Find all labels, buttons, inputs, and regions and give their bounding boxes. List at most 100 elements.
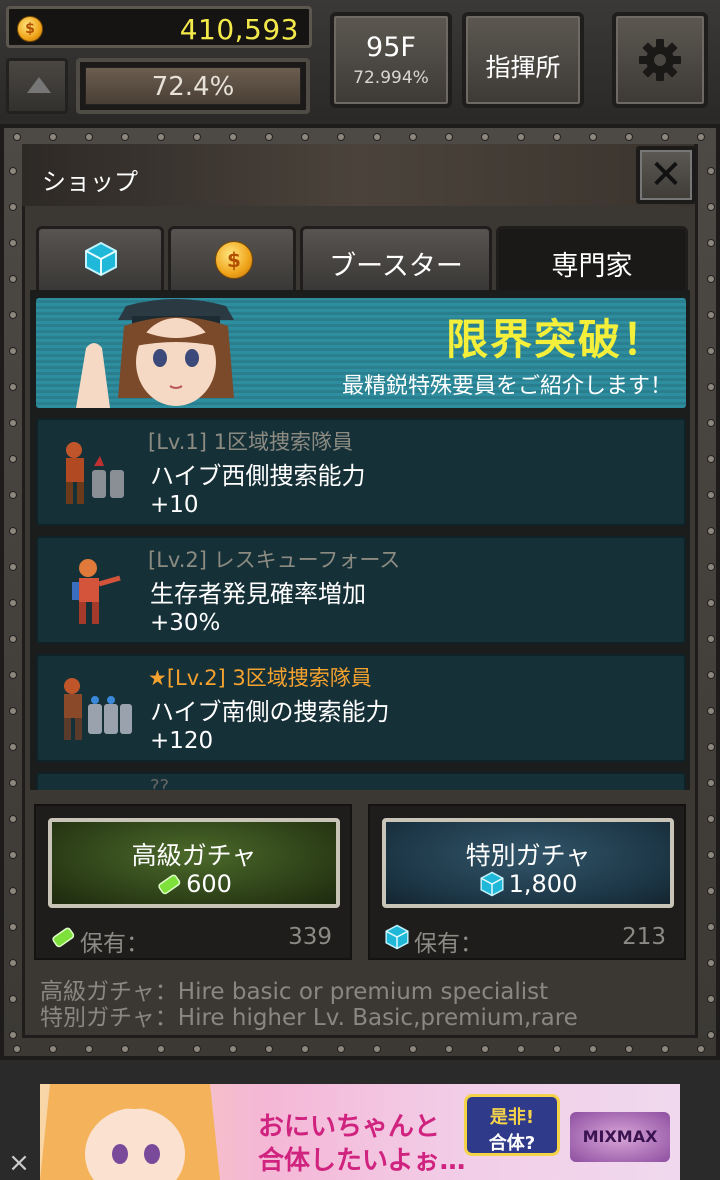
tab-coins[interactable]: $: [168, 226, 296, 290]
owned-label: 保有：: [414, 931, 483, 957]
close-button[interactable]: ✕: [636, 146, 696, 204]
specialist-card[interactable]: [Lv.2] レスキューフォース 生存者発見確率増加 +30%: [36, 536, 686, 644]
shop-title: ショップ: [42, 168, 138, 196]
rivet-decoration: [10, 924, 16, 930]
coin-icon: $: [17, 16, 43, 42]
rivet-decoration: [266, 1046, 272, 1052]
rivet-decoration: [230, 1046, 236, 1052]
owned-count: 213: [622, 924, 666, 950]
rivet-decoration: [122, 134, 128, 140]
rivet-decoration: [626, 1046, 632, 1052]
tab-gems[interactable]: [36, 226, 164, 290]
card-name: ハイブ南側の捜索能力: [150, 698, 390, 726]
command-post-label: 指揮所: [485, 53, 561, 82]
rivet-decoration: [708, 996, 714, 1002]
premium-gacha-price: 600: [52, 870, 336, 898]
floor-label: 95F: [366, 32, 416, 63]
special-gacha-description: 特別ガチャ：Hire higher Lv. Basic,premium,rare: [40, 1005, 578, 1031]
rivet-decoration: [10, 744, 16, 750]
rivet-decoration: [14, 1046, 20, 1052]
special-gacha-button[interactable]: 特別ガチャ 1,800: [382, 818, 674, 908]
ad-image[interactable]: おにいちゃんと 合体したいよぉ… 是非! 合体? MIXMAX: [40, 1084, 680, 1180]
rivet-decoration: [266, 134, 272, 140]
rivet-decoration: [446, 134, 452, 140]
ad-logo: MIXMAX: [570, 1112, 670, 1162]
premium-gacha-button[interactable]: 高級ガチャ 600: [48, 818, 340, 908]
rivet-decoration: [410, 1046, 416, 1052]
rivet-decoration: [86, 134, 92, 140]
specialist-card[interactable]: [Lv.1] 1区域捜索隊員 ハイブ西側捜索能力 +10: [36, 418, 686, 526]
rivet-decoration: [482, 1046, 488, 1052]
rivet-decoration: [10, 240, 16, 246]
cube-icon: [85, 241, 117, 277]
tab-booster-label: ブースター: [329, 251, 463, 282]
arrow-up-icon: [27, 77, 51, 93]
premium-gacha-title: 高級ガチャ: [131, 841, 257, 870]
card-bonus: +120: [150, 728, 214, 754]
floor-button[interactable]: 95F 72.994%: [330, 12, 452, 108]
rivet-decoration: [554, 1046, 560, 1052]
rivet-decoration: [446, 1046, 452, 1052]
specialist-list[interactable]: 限界突破！ 最精鋭特殊要員をご紹介します！ [Lv.1] 1区域捜索隊員 ハイブ…: [30, 290, 690, 790]
rivet-decoration: [10, 780, 16, 786]
card-bonus: +30%: [150, 610, 221, 636]
rivet-decoration: [708, 348, 714, 354]
rivet-decoration: [482, 134, 488, 140]
tab-specialist[interactable]: 専門家: [496, 226, 688, 290]
rivet-decoration: [708, 456, 714, 462]
rivet-decoration: [50, 134, 56, 140]
rivet-decoration: [122, 1046, 128, 1052]
owned-count: 339: [288, 924, 332, 950]
rivet-decoration: [708, 924, 714, 930]
rivet-decoration: [158, 1046, 164, 1052]
owned-label: 保有：: [80, 931, 149, 957]
card-bonus: +10: [150, 492, 199, 518]
tab-booster[interactable]: ブースター: [300, 226, 492, 290]
tab-specialist-label: 専門家: [551, 251, 633, 282]
ad-text-line2: 合体したいよぉ…: [258, 1146, 466, 1176]
rivet-decoration: [194, 1046, 200, 1052]
ad-close-icon[interactable]: ×: [2, 1146, 36, 1180]
rivet-decoration: [10, 204, 16, 210]
searcher-sprite-icon: [66, 442, 124, 504]
specialist-card-partial[interactable]: ??: [36, 772, 686, 790]
rivet-decoration: [194, 134, 200, 140]
special-gacha-box: 特別ガチャ 1,800 保有： 213: [368, 804, 686, 960]
rivet-decoration: [410, 134, 416, 140]
ad-text-line1: おにいちゃんと: [258, 1112, 441, 1142]
top-hud: $ 410,593 72.4% 95F 72.994% 指揮所: [0, 0, 720, 120]
rivet-decoration: [708, 672, 714, 678]
rivet-decoration: [10, 600, 16, 606]
specialist-card[interactable]: ★[Lv.2] 3区域捜索隊員 ハイブ南側の捜索能力 +120: [36, 654, 686, 762]
rivet-decoration: [10, 672, 16, 678]
battery-icon: [158, 874, 181, 895]
rivet-decoration: [10, 636, 16, 642]
rivet-decoration: [708, 960, 714, 966]
rivet-decoration: [698, 134, 704, 140]
special-gacha-price: 1,800: [386, 870, 670, 898]
rivet-decoration: [10, 456, 16, 462]
settings-button[interactable]: [612, 12, 708, 108]
scroll-up-button[interactable]: [6, 58, 68, 114]
premium-gacha-box: 高級ガチャ 600 保有： 339: [34, 804, 352, 960]
rivet-decoration: [302, 1046, 308, 1052]
rivet-decoration: [10, 384, 16, 390]
rivet-decoration: [10, 528, 16, 534]
searcher-sprite-icon: [64, 678, 132, 740]
rivet-decoration: [10, 312, 16, 318]
rivet-decoration: [708, 420, 714, 426]
rivet-decoration: [708, 1032, 714, 1038]
limit-break-banner[interactable]: 限界突破！ 最精鋭特殊要員をご紹介します！: [36, 298, 686, 408]
rivet-decoration: [518, 134, 524, 140]
card-name: 生存者発見確率増加: [150, 580, 366, 608]
rivet-decoration: [10, 960, 16, 966]
command-post-button[interactable]: 指揮所: [462, 12, 584, 108]
rivet-decoration: [708, 600, 714, 606]
rivet-decoration: [554, 134, 560, 140]
rivet-decoration: [50, 1046, 56, 1052]
rivet-decoration: [708, 240, 714, 246]
rivet-decoration: [10, 492, 16, 498]
rivet-decoration: [708, 204, 714, 210]
rescue-force-sprite-icon: [72, 559, 121, 624]
special-gacha-title: 特別ガチャ: [465, 841, 591, 870]
